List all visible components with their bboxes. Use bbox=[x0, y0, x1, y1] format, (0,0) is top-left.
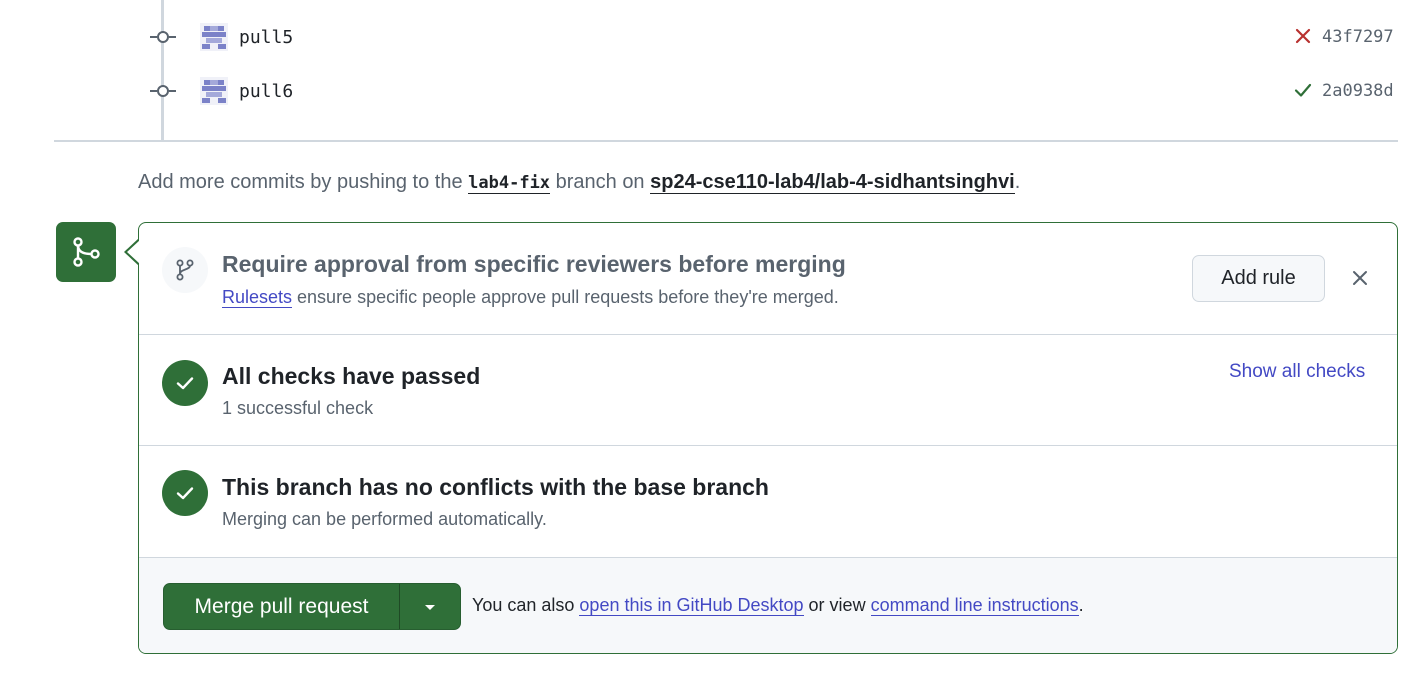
commit-node-icon bbox=[150, 27, 176, 47]
merge-pull-request-button[interactable]: Merge pull request bbox=[164, 584, 400, 629]
timeline-line bbox=[161, 0, 164, 140]
push-hint-suffix: . bbox=[1014, 171, 1021, 193]
merge-button-group: Merge pull request bbox=[163, 583, 461, 630]
push-hint: Add more commits by pushing to the lab4-… bbox=[138, 171, 1020, 194]
ruleset-title: Require approval from specific reviewers… bbox=[222, 251, 846, 277]
ruleset-notice: Require approval from specific reviewers… bbox=[139, 223, 1397, 335]
commit-node-icon bbox=[150, 81, 176, 101]
panel-arrow-inner bbox=[127, 240, 140, 264]
branch-name[interactable]: lab4-fix bbox=[468, 173, 551, 194]
rulesets-link[interactable]: Rulesets bbox=[222, 287, 293, 308]
commit-row: pull5 43f7297 bbox=[0, 22, 1412, 52]
push-hint-middle: branch on bbox=[550, 171, 651, 193]
add-rule-button[interactable]: Add rule bbox=[1192, 255, 1325, 302]
check-circle-icon bbox=[162, 470, 208, 516]
ruleset-description: Rulesets ensure specific people approve … bbox=[222, 287, 839, 308]
checks-subtitle: 1 successful check bbox=[222, 398, 374, 418]
chevron-down-icon[interactable] bbox=[400, 584, 460, 629]
commit-sha[interactable]: 2a0938d bbox=[1322, 81, 1394, 101]
avatar[interactable] bbox=[200, 23, 228, 51]
close-icon[interactable] bbox=[1347, 265, 1373, 291]
conflicts-section: This branch has no conflicts with the ba… bbox=[139, 446, 1397, 558]
show-all-checks-link[interactable]: Show all checks bbox=[1229, 361, 1365, 383]
commit-row: pull6 2a0938d bbox=[0, 76, 1412, 106]
check-icon[interactable] bbox=[1292, 79, 1314, 101]
repo-link[interactable]: sp24-cse110-lab4/lab-4-sidhantsinghvi bbox=[650, 171, 1015, 194]
merge-alt-prefix: You can also bbox=[472, 595, 580, 615]
commit-sha[interactable]: 43f7297 bbox=[1322, 27, 1394, 47]
conflicts-title: This branch has no conflicts with the ba… bbox=[222, 474, 769, 500]
x-icon[interactable] bbox=[1292, 25, 1314, 47]
checks-title: All checks have passed bbox=[222, 363, 481, 389]
github-desktop-link[interactable]: open this in GitHub Desktop bbox=[579, 595, 804, 616]
push-hint-prefix: Add more commits by pushing to the bbox=[138, 171, 469, 193]
git-branch-icon bbox=[162, 247, 208, 293]
git-merge-icon bbox=[56, 222, 116, 282]
command-line-link[interactable]: command line instructions bbox=[870, 595, 1079, 616]
check-circle-icon bbox=[162, 360, 208, 406]
merge-panel: Require approval from specific reviewers… bbox=[138, 222, 1398, 654]
divider bbox=[54, 140, 1398, 142]
merge-alt-middle: or view bbox=[803, 595, 871, 615]
avatar[interactable] bbox=[200, 77, 228, 105]
ruleset-description-text: ensure specific people approve pull requ… bbox=[292, 287, 839, 307]
conflicts-subtitle: Merging can be performed automatically. bbox=[222, 509, 547, 529]
merge-actions: Merge pull request You can also open thi… bbox=[139, 558, 1397, 653]
merge-alt-suffix: . bbox=[1078, 595, 1084, 615]
checks-section: All checks have passed 1 successful chec… bbox=[139, 335, 1397, 446]
merge-alternatives: You can also open this in GitHub Desktop… bbox=[472, 595, 1084, 616]
commit-message[interactable]: pull5 bbox=[239, 27, 293, 48]
commit-message[interactable]: pull6 bbox=[239, 81, 293, 102]
